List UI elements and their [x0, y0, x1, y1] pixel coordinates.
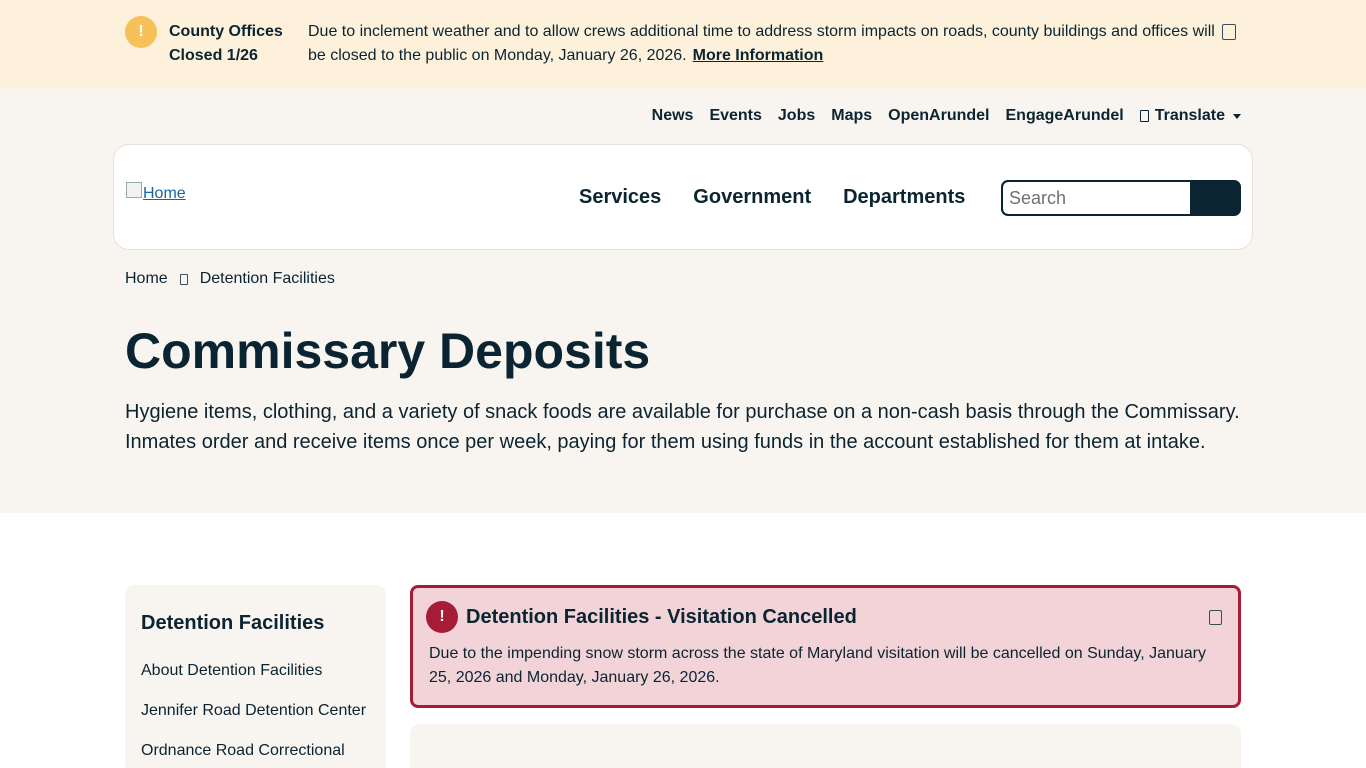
page-header-area: News Events Jobs Maps OpenArundel Engage…	[0, 87, 1366, 513]
nav-services[interactable]: Services	[579, 185, 661, 209]
chevron-right-icon	[179, 273, 188, 285]
notice-title: Detention Facilities - Visitation Cancel…	[466, 606, 857, 628]
nav-departments[interactable]: Departments	[843, 185, 965, 209]
utility-link-news[interactable]: News	[652, 106, 694, 126]
translate-dropdown[interactable]: Translate	[1139, 107, 1241, 125]
globe-icon	[1139, 110, 1149, 122]
main-nav: Services Government Departments	[579, 185, 965, 209]
home-logo-link[interactable]: Home	[126, 182, 186, 203]
close-icon[interactable]	[1209, 610, 1222, 625]
search-button[interactable]	[1190, 182, 1239, 214]
nav-government[interactable]: Government	[693, 185, 811, 209]
utility-link-openarundel[interactable]: OpenArundel	[888, 106, 989, 126]
page-intro: Hygiene items, clothing, and a variety o…	[125, 401, 1240, 453]
close-icon[interactable]	[1222, 24, 1236, 40]
breadcrumb-home[interactable]: Home	[125, 269, 168, 289]
search-input[interactable]	[1003, 182, 1190, 214]
breadcrumb-detention-facilities[interactable]: Detention Facilities	[200, 269, 335, 289]
sidebar-item-jennifer-road[interactable]: Jennifer Road Detention Center	[141, 701, 370, 721]
sidebar-title: Detention Facilities	[141, 612, 325, 634]
page-title: Commissary Deposits	[125, 323, 651, 379]
visitation-notice: ! Detention Facilities - Visitation Canc…	[410, 585, 1241, 708]
main-header: Home Services Government Departments	[113, 144, 1253, 250]
utility-nav: News Events Jobs Maps OpenArundel Engage…	[652, 106, 1241, 126]
exclamation-icon: !	[125, 16, 157, 48]
emergency-alert-banner: ! County Offices Closed 1/26 Due to incl…	[0, 0, 1366, 87]
sidebar-item-ordnance-road[interactable]: Ordnance Road Correctional	[141, 741, 370, 761]
content-card	[410, 724, 1241, 768]
alert-message: Due to inclement weather and to allow cr…	[308, 20, 1220, 68]
alert-icon: !	[426, 601, 458, 633]
sidebar-nav: Detention Facilities About Detention Fac…	[125, 585, 386, 768]
search-box	[1001, 180, 1241, 216]
utility-link-engagearundel[interactable]: EngageArundel	[1006, 106, 1124, 126]
utility-link-jobs[interactable]: Jobs	[778, 106, 815, 126]
logo-alt-text: Home	[143, 185, 186, 202]
alert-title: County Offices Closed 1/26	[169, 23, 283, 64]
broken-image-icon	[126, 182, 142, 198]
utility-link-events[interactable]: Events	[709, 106, 761, 126]
utility-link-maps[interactable]: Maps	[831, 106, 872, 126]
alert-more-information-link[interactable]: More Information	[693, 47, 824, 64]
breadcrumb: Home Detention Facilities	[125, 269, 335, 289]
translate-label: Translate	[1154, 107, 1225, 124]
sidebar-item-about[interactable]: About Detention Facilities	[141, 661, 370, 681]
notice-text: Due to the impending snow storm across t…	[429, 645, 1206, 686]
caret-down-icon	[1233, 113, 1241, 119]
